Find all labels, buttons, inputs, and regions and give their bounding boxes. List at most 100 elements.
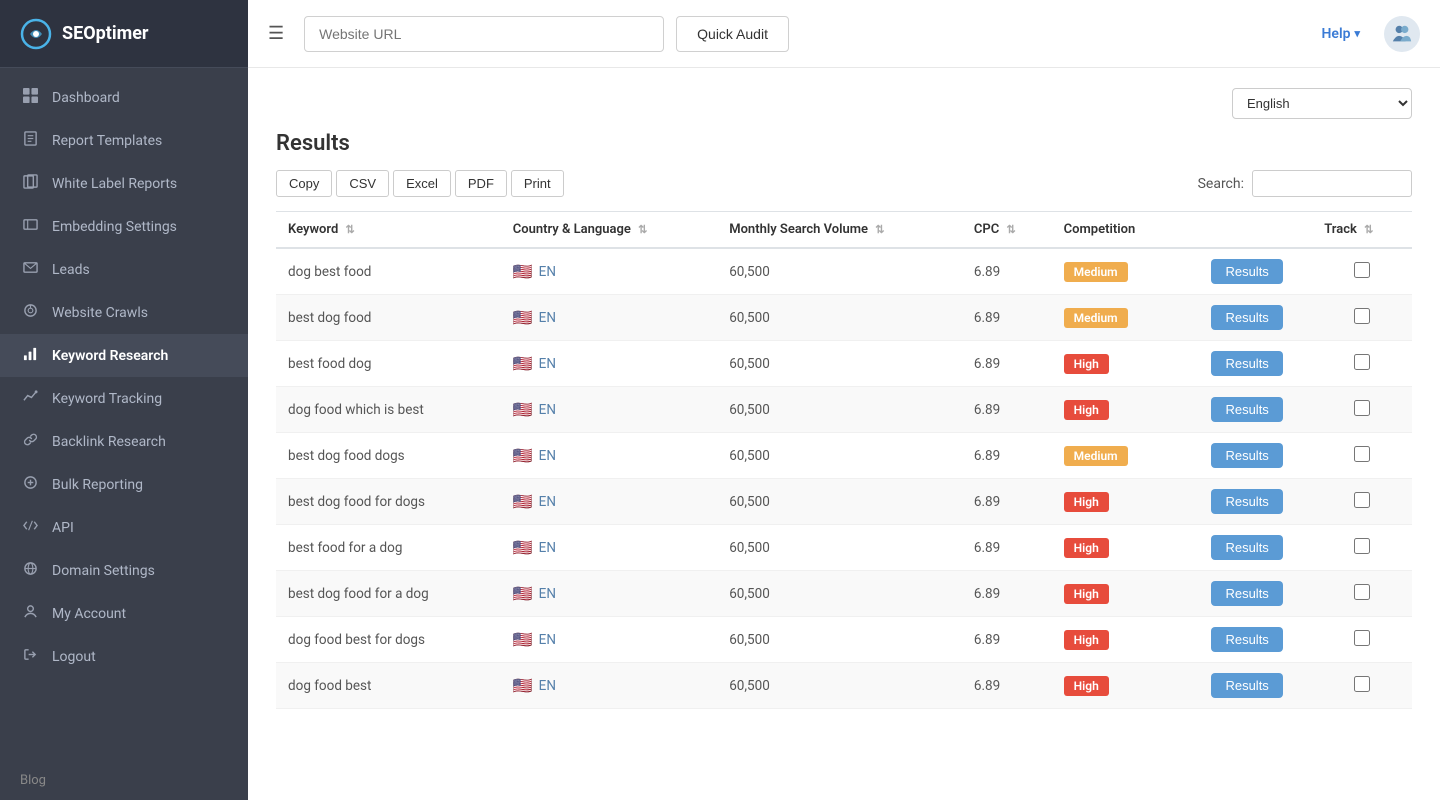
table-row: dog food best for dogs 🇺🇸 EN 60,500 6.89… <box>276 617 1412 663</box>
results-button[interactable]: Results <box>1211 489 1282 514</box>
sidebar-item-api[interactable]: API <box>0 506 248 549</box>
sidebar-icon-backlink-research <box>20 432 40 451</box>
competition-badge: Medium <box>1064 308 1128 328</box>
table-controls: CopyCSVExcelPDFPrint Search: <box>276 170 1412 197</box>
cell-cpc: 6.89 <box>962 387 1052 433</box>
main-content: EnglishFrenchGermanSpanishItalian Result… <box>248 68 1440 800</box>
track-checkbox[interactable] <box>1354 262 1370 278</box>
cell-cpc: 6.89 <box>962 617 1052 663</box>
cell-competition: High <box>1052 479 1182 525</box>
sidebar-icon-white-label-reports <box>20 174 40 193</box>
track-checkbox[interactable] <box>1354 446 1370 462</box>
flag-icon: 🇺🇸 <box>513 630 533 649</box>
export-csv-button[interactable]: CSV <box>336 170 389 197</box>
sidebar-item-bulk-reporting[interactable]: Bulk Reporting <box>0 463 248 506</box>
competition-badge: High <box>1064 630 1109 650</box>
sidebar-item-keyword-tracking[interactable]: Keyword Tracking <box>0 377 248 420</box>
results-button[interactable]: Results <box>1211 581 1282 606</box>
competition-badge: High <box>1064 584 1109 604</box>
sort-keyword-icon[interactable]: ⇅ <box>346 223 355 236</box>
sidebar-item-report-templates[interactable]: Report Templates <box>0 119 248 162</box>
track-checkbox[interactable] <box>1354 676 1370 692</box>
table-row: best food for a dog 🇺🇸 EN 60,500 6.89 Hi… <box>276 525 1412 571</box>
main-area: ☰ Quick Audit Help ▾ EnglishFrenchGerman… <box>248 0 1440 800</box>
track-checkbox[interactable] <box>1354 400 1370 416</box>
sidebar-label-white-label-reports: White Label Reports <box>52 176 177 192</box>
cell-competition: High <box>1052 387 1182 433</box>
search-input[interactable] <box>1252 170 1412 197</box>
results-button[interactable]: Results <box>1211 673 1282 698</box>
sort-track-icon[interactable]: ⇅ <box>1364 223 1373 236</box>
sidebar-item-white-label-reports[interactable]: White Label Reports <box>0 162 248 205</box>
cell-track <box>1312 248 1412 295</box>
cell-cpc: 6.89 <box>962 571 1052 617</box>
cell-country-lang: 🇺🇸 EN <box>501 525 717 571</box>
export-copy-button[interactable]: Copy <box>276 170 332 197</box>
sidebar-item-website-crawls[interactable]: Website Crawls <box>0 291 248 334</box>
cell-country-lang: 🇺🇸 EN <box>501 663 717 709</box>
track-checkbox[interactable] <box>1354 538 1370 554</box>
flag-icon: 🇺🇸 <box>513 308 533 327</box>
competition-badge: High <box>1064 676 1109 696</box>
sidebar-blog-link[interactable]: Blog <box>0 761 248 800</box>
export-print-button[interactable]: Print <box>511 170 564 197</box>
sidebar-item-logout[interactable]: Logout <box>0 635 248 678</box>
sidebar-logo[interactable]: SEOptimer <box>0 0 248 68</box>
cell-track <box>1312 525 1412 571</box>
sidebar-label-embedding-settings: Embedding Settings <box>52 219 177 235</box>
track-checkbox[interactable] <box>1354 584 1370 600</box>
cell-competition: High <box>1052 617 1182 663</box>
sidebar-item-leads[interactable]: Leads <box>0 248 248 291</box>
sidebar-item-backlink-research[interactable]: Backlink Research <box>0 420 248 463</box>
sidebar-item-dashboard[interactable]: Dashboard <box>0 76 248 119</box>
flag-icon: 🇺🇸 <box>513 446 533 465</box>
results-button[interactable]: Results <box>1211 535 1282 560</box>
cell-msv: 60,500 <box>717 248 962 295</box>
results-button[interactable]: Results <box>1211 351 1282 376</box>
cell-track <box>1312 617 1412 663</box>
language-select[interactable]: EnglishFrenchGermanSpanishItalian <box>1232 88 1412 119</box>
sort-country-icon[interactable]: ⇅ <box>638 223 647 236</box>
track-checkbox[interactable] <box>1354 308 1370 324</box>
competition-badge: Medium <box>1064 262 1128 282</box>
sort-cpc-icon[interactable]: ⇅ <box>1006 223 1015 236</box>
track-checkbox[interactable] <box>1354 630 1370 646</box>
results-button[interactable]: Results <box>1211 443 1282 468</box>
sidebar-item-embedding-settings[interactable]: Embedding Settings <box>0 205 248 248</box>
cell-cpc: 6.89 <box>962 295 1052 341</box>
quick-audit-button[interactable]: Quick Audit <box>676 16 789 52</box>
export-pdf-button[interactable]: PDF <box>455 170 507 197</box>
flag-icon: 🇺🇸 <box>513 676 533 695</box>
results-button[interactable]: Results <box>1211 305 1282 330</box>
results-button[interactable]: Results <box>1211 627 1282 652</box>
sidebar-item-domain-settings[interactable]: Domain Settings <box>0 549 248 592</box>
cell-competition: High <box>1052 663 1182 709</box>
th-msv: Monthly Search Volume ⇅ <box>717 212 962 249</box>
menu-toggle-icon[interactable]: ☰ <box>268 23 284 44</box>
track-checkbox[interactable] <box>1354 492 1370 508</box>
sort-msv-icon[interactable]: ⇅ <box>875 223 884 236</box>
sidebar-label-keyword-research: Keyword Research <box>52 348 168 364</box>
results-button[interactable]: Results <box>1211 397 1282 422</box>
flag-icon: 🇺🇸 <box>513 584 533 603</box>
sidebar-item-my-account[interactable]: My Account <box>0 592 248 635</box>
user-avatar-button[interactable] <box>1384 16 1420 52</box>
cell-msv: 60,500 <box>717 295 962 341</box>
cell-track <box>1312 387 1412 433</box>
website-url-input[interactable] <box>304 16 664 52</box>
table-row: best dog food for a dog 🇺🇸 EN 60,500 6.8… <box>276 571 1412 617</box>
export-excel-button[interactable]: Excel <box>393 170 451 197</box>
cell-country-lang: 🇺🇸 EN <box>501 248 717 295</box>
results-button[interactable]: Results <box>1211 259 1282 284</box>
sidebar-item-keyword-research[interactable]: Keyword Research <box>0 334 248 377</box>
flag-icon: 🇺🇸 <box>513 492 533 511</box>
competition-badge: Medium <box>1064 446 1128 466</box>
cell-keyword: best food for a dog <box>276 525 501 571</box>
sidebar-label-api: API <box>52 520 74 536</box>
sidebar-icon-leads <box>20 260 40 279</box>
cell-results-btn: Results <box>1182 433 1312 479</box>
track-checkbox[interactable] <box>1354 354 1370 370</box>
th-cpc: CPC ⇅ <box>962 212 1052 249</box>
sidebar-icon-report-templates <box>20 131 40 150</box>
help-button[interactable]: Help ▾ <box>1322 26 1361 42</box>
